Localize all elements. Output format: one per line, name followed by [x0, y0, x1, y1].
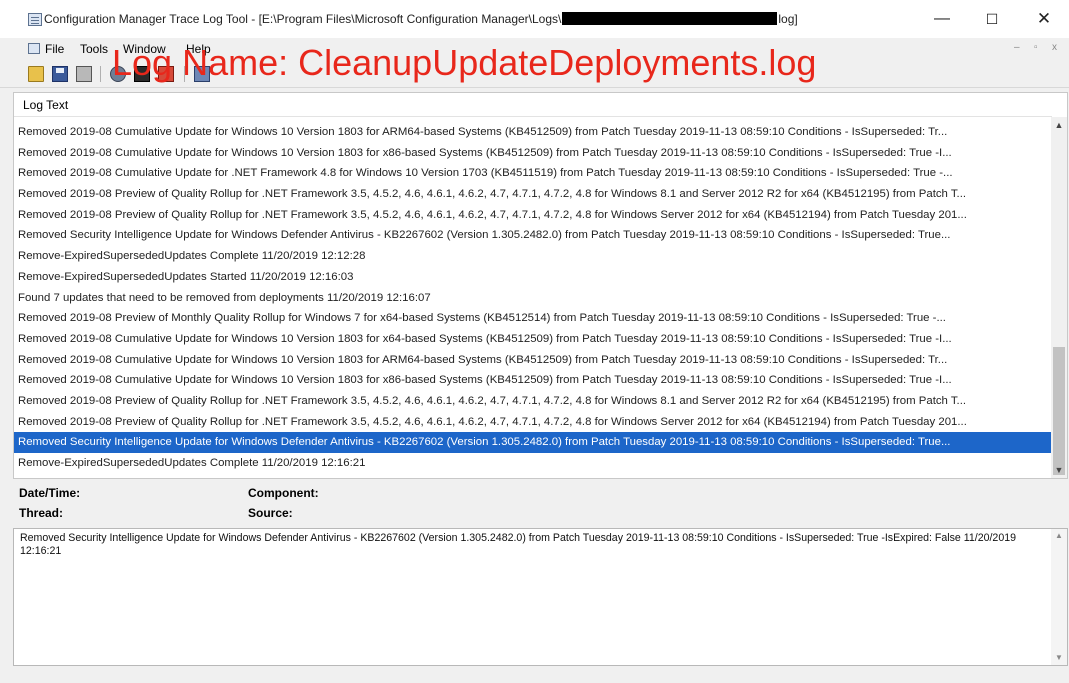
trace-log-window: Configuration Manager Trace Log Tool - [… — [0, 0, 1069, 683]
menu-tools[interactable]: Tools — [80, 42, 108, 56]
minimize-button[interactable]: — — [924, 6, 960, 32]
message-scrollbar[interactable]: ▲ ▼ — [1051, 529, 1067, 665]
log-name-overlay: Log Name: CleanupUpdateDeployments.log — [112, 42, 817, 83]
document-icon[interactable] — [28, 43, 40, 54]
log-rows: Removed 2019-08 Cumulative Update for Wi… — [14, 122, 1051, 474]
scroll-down-icon[interactable]: ▼ — [1051, 651, 1067, 665]
mdi-minimize-button[interactable]: – — [1014, 42, 1020, 53]
scroll-up-icon[interactable]: ▲ — [1051, 117, 1067, 133]
menu-file[interactable]: File — [45, 42, 64, 56]
scroll-up-icon[interactable]: ▲ — [1051, 529, 1067, 543]
open-icon[interactable] — [28, 66, 44, 82]
message-text: Removed Security Intelligence Update for… — [20, 532, 1016, 557]
scroll-down-icon[interactable]: ▼ — [1051, 462, 1067, 478]
component-label: Component: — [248, 486, 319, 500]
close-button[interactable]: ✕ — [1026, 6, 1062, 32]
log-scrollbar[interactable]: ▲ ▼ — [1051, 117, 1067, 478]
thread-label: Thread: — [19, 506, 64, 520]
log-row[interactable]: Removed 2019-08 Preview of Monthly Quali… — [14, 308, 1051, 329]
log-row[interactable]: Remove-ExpiredSupersededUpdates Complete… — [14, 453, 1051, 474]
log-row[interactable]: Removed 2019-08 Preview of Quality Rollu… — [14, 391, 1051, 412]
mdi-close-button[interactable]: x — [1052, 42, 1057, 53]
status-bar — [0, 666, 1069, 683]
toolbar-separator — [100, 66, 101, 82]
log-row[interactable]: Remove-ExpiredSupersededUpdates Complete… — [14, 246, 1051, 267]
log-row[interactable]: Remove-ExpiredSupersededUpdates Started … — [14, 267, 1051, 288]
log-row[interactable]: Removed 2019-08 Preview of Quality Rollu… — [14, 412, 1051, 433]
log-details: Date/Time: Thread: Component: Source: — [13, 480, 1068, 528]
log-row[interactable]: Removed 2019-08 Cumulative Update for .N… — [14, 163, 1051, 184]
date-time-label: Date/Time: — [19, 486, 81, 500]
app-icon — [28, 13, 42, 26]
log-row[interactable]: Removed Security Intelligence Update for… — [14, 225, 1051, 246]
log-row[interactable]: Removed 2019-08 Preview of Quality Rollu… — [14, 184, 1051, 205]
log-row[interactable]: Removed 2019-08 Cumulative Update for Wi… — [14, 329, 1051, 350]
message-box[interactable]: Removed Security Intelligence Update for… — [13, 528, 1068, 666]
window-title-suffix: log] — [778, 12, 798, 26]
redacted-region — [562, 12, 778, 25]
window-title: Configuration Manager Trace Log Tool - [… — [44, 12, 798, 26]
log-row[interactable]: Removed 2019-08 Preview of Quality Rollu… — [14, 205, 1051, 226]
source-label: Source: — [248, 506, 293, 520]
scroll-thumb[interactable] — [1053, 347, 1065, 475]
log-row[interactable]: Removed 2019-08 Cumulative Update for Wi… — [14, 143, 1051, 164]
title-bar[interactable]: Configuration Manager Trace Log Tool - [… — [0, 0, 1069, 38]
mdi-restore-button[interactable]: ▫ — [1034, 42, 1038, 53]
log-list[interactable]: Log Text Removed 2019-08 Cumulative Upda… — [13, 92, 1068, 479]
log-row[interactable]: Removed 2019-08 Cumulative Update for Wi… — [14, 370, 1051, 391]
log-row[interactable]: Removed 2019-08 Cumulative Update for Wi… — [14, 350, 1051, 371]
log-row[interactable]: Found 7 updates that need to be removed … — [14, 288, 1051, 309]
log-text-column-header[interactable]: Log Text — [14, 93, 1052, 117]
log-row-selected[interactable]: Removed Security Intelligence Update for… — [14, 432, 1051, 453]
save-icon[interactable] — [52, 66, 68, 82]
window-title-prefix: Configuration Manager Trace Log Tool - [… — [44, 12, 562, 26]
log-row[interactable]: Removed 2019-08 Cumulative Update for Wi… — [14, 122, 1051, 143]
print-icon[interactable] — [76, 66, 92, 82]
column-header-label: Log Text — [23, 98, 69, 112]
maximize-button[interactable]: ☐ — [974, 6, 1010, 32]
